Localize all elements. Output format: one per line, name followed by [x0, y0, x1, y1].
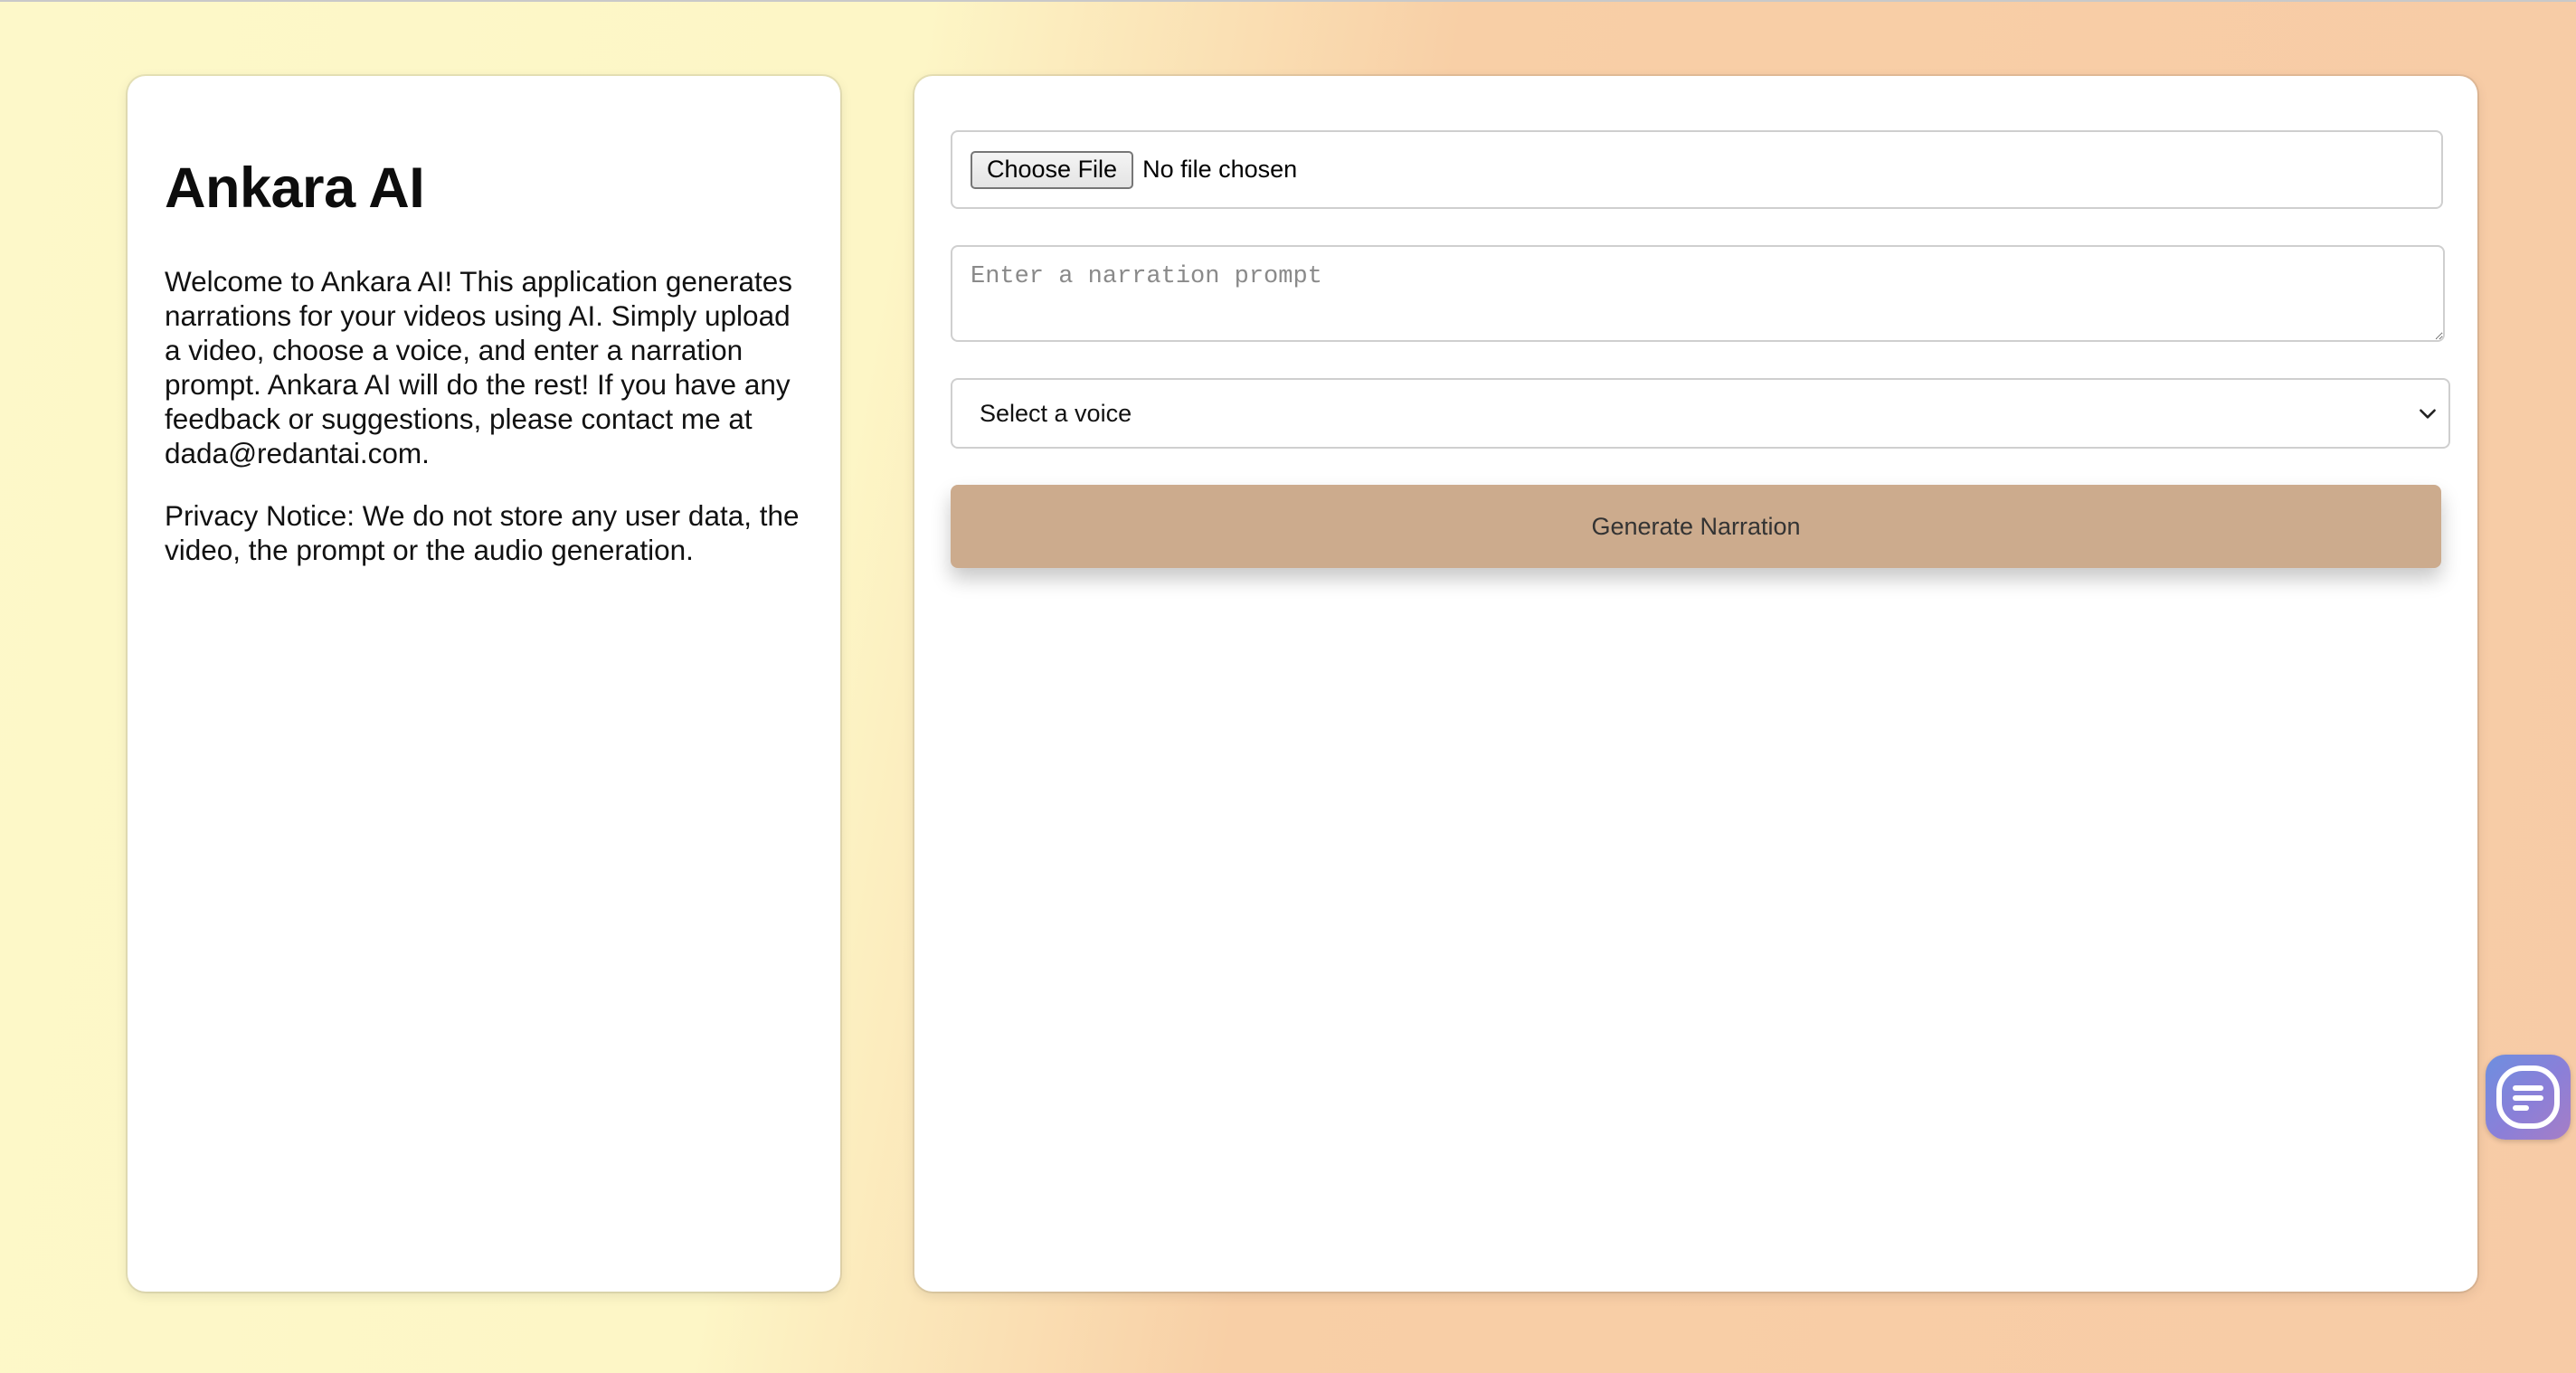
privacy-notice: Privacy Notice: We do not store any user…	[165, 499, 800, 566]
generate-narration-button[interactable]: Generate Narration	[951, 485, 2441, 568]
narration-prompt-input[interactable]	[951, 245, 2445, 342]
choose-file-button[interactable]: Choose File	[971, 150, 1134, 189]
video-file-input[interactable]: Choose File No file chosen	[951, 130, 2443, 209]
intro-text: Welcome to Ankara AI! This application g…	[165, 265, 792, 469]
voice-select-value: Select a voice	[980, 399, 1132, 427]
narration-form: Choose File No file chosen Select a voic…	[914, 76, 2477, 1292]
voice-select[interactable]: Select a voice	[951, 378, 2450, 449]
app-title: Ankara AI	[165, 156, 425, 220]
file-status-text: No file chosen	[1142, 156, 1298, 183]
info-panel: Ankara AI Welcome to Ankara AI! This app…	[128, 76, 840, 1292]
chat-widget-button[interactable]	[2486, 1055, 2571, 1140]
chat-icon	[2496, 1065, 2560, 1129]
chevron-down-icon	[2420, 409, 2436, 419]
